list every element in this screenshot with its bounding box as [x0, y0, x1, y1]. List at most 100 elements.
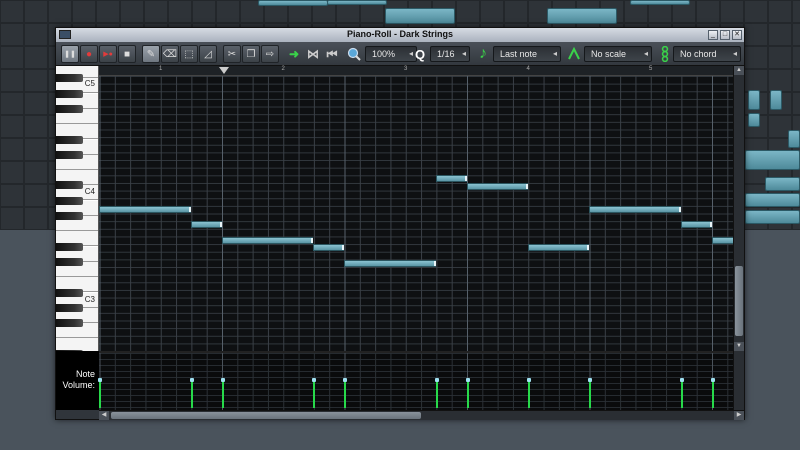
note[interactable]: [221, 236, 314, 244]
timeline-ruler[interactable]: 1 2 3 4 5: [99, 66, 733, 76]
piano-black-key[interactable]: [56, 319, 83, 328]
note[interactable]: [680, 221, 712, 229]
song-editor-cell: [1, 1, 23, 22]
stop-button[interactable]: ■: [118, 45, 136, 63]
ruler-bar-number: 3: [404, 66, 408, 72]
select-mode-button[interactable]: ⬚: [180, 45, 198, 63]
scroll-right-icon[interactable]: ▶: [734, 411, 744, 420]
scale-select[interactable]: No scale ◂: [584, 46, 652, 62]
note-volume-bar[interactable]: [465, 378, 470, 408]
song-editor-cell: [769, 70, 791, 91]
key-label: C5: [84, 79, 95, 89]
arrow-right-icon: ➜: [288, 47, 300, 61]
piano-black-key[interactable]: [56, 288, 83, 297]
minimize-icon[interactable]: _: [708, 30, 718, 40]
note[interactable]: [313, 244, 344, 252]
scroll-down-icon[interactable]: ▼: [734, 342, 744, 351]
detune-mode-button[interactable]: ◿: [199, 45, 217, 63]
song-editor-cell: [97, 1, 119, 22]
note[interactable]: [527, 244, 590, 252]
note[interactable]: [190, 221, 222, 229]
note[interactable]: [344, 259, 436, 267]
song-editor-pattern-clip: [258, 0, 328, 6]
piano-black-key[interactable]: [56, 242, 83, 251]
note-length-select[interactable]: Last note ◂: [493, 46, 561, 62]
close-icon[interactable]: ✕: [732, 30, 742, 40]
song-editor-cell: [25, 139, 47, 160]
goto-start-button[interactable]: ⏮: [323, 45, 341, 63]
note-volume-bar[interactable]: [189, 378, 194, 408]
quantize-select[interactable]: 1/16 ◂: [430, 46, 470, 62]
piano-black-key[interactable]: [56, 104, 83, 113]
piano-black-key[interactable]: [56, 257, 83, 266]
chord-icon: [656, 45, 674, 63]
draw-mode-button[interactable]: ✎: [142, 45, 160, 63]
song-editor-cell: [25, 116, 47, 137]
note[interactable]: [589, 206, 681, 214]
piano-black-key[interactable]: [56, 150, 83, 159]
horizontal-scroll-thumb[interactable]: [111, 412, 421, 419]
chord-select[interactable]: No chord ◂: [673, 46, 741, 62]
automation-icon: ◿: [204, 48, 212, 60]
piano-black-key[interactable]: [56, 74, 83, 83]
note-volume-bar[interactable]: [710, 378, 715, 408]
record-while-playing-button[interactable]: ▶●: [99, 45, 117, 63]
copy-button[interactable]: ❐: [242, 45, 260, 63]
song-editor-cell: [505, 1, 527, 22]
note-volume-bar[interactable]: [434, 378, 439, 408]
goto-next-button[interactable]: ➜: [285, 45, 303, 63]
song-editor-cell: [25, 93, 47, 114]
piano-keyboard[interactable]: C5 C4 C3: [56, 66, 99, 351]
song-editor-cell: [25, 162, 47, 183]
note[interactable]: [466, 183, 529, 191]
note-volume-bar[interactable]: [526, 378, 531, 408]
piano-black-key[interactable]: [56, 135, 83, 144]
pause-button[interactable]: ❚❚: [61, 45, 79, 63]
piano-black-key[interactable]: [56, 89, 83, 98]
song-editor-cell: [1, 185, 23, 206]
note-volume-bar[interactable]: [220, 378, 225, 408]
piano-black-key[interactable]: [56, 212, 83, 220]
note[interactable]: [435, 175, 467, 183]
window-title: Piano-Roll - Dark Strings: [346, 29, 453, 39]
note-volume-editor[interactable]: [98, 351, 733, 410]
note-volume-bar[interactable]: [679, 378, 684, 408]
piano-black-key[interactable]: [56, 196, 83, 205]
note-grid[interactable]: [99, 76, 733, 351]
note[interactable]: [99, 206, 191, 214]
song-editor-cell: [73, 1, 95, 22]
zoom-select[interactable]: 100% ◂: [365, 46, 417, 62]
title-bar[interactable]: Piano-Roll - Dark Strings _ □ ✕: [56, 28, 744, 42]
piano-black-key[interactable]: [56, 181, 83, 190]
record-icon: ●: [85, 48, 93, 60]
paste-button[interactable]: ⇨: [261, 45, 279, 63]
vertical-scroll-thumb[interactable]: [735, 266, 743, 336]
ruler-bar-number: 4: [526, 66, 530, 72]
note-volume-bar[interactable]: [343, 378, 347, 408]
volume-scrollbar[interactable]: [733, 351, 744, 410]
song-editor-pattern-clip: [748, 113, 760, 127]
song-editor-pattern-clip: [547, 8, 617, 24]
note[interactable]: [711, 236, 733, 244]
scale-icon: [565, 45, 583, 63]
erase-mode-button[interactable]: ⌫: [161, 45, 179, 63]
song-editor-cell: [1, 70, 23, 91]
note-volume-bar[interactable]: [588, 378, 592, 408]
cut-button[interactable]: ✂: [223, 45, 241, 63]
scroll-left-icon[interactable]: ◀: [99, 411, 109, 420]
song-editor-cell: [169, 1, 191, 22]
record-play-icon: ▶●: [103, 51, 113, 58]
playhead-marker[interactable]: [219, 67, 229, 74]
song-editor-cell: [745, 70, 767, 91]
note-volume-bar[interactable]: [98, 378, 102, 408]
rewind-icon: ⏮: [326, 46, 338, 61]
piano-black-key[interactable]: [56, 303, 83, 312]
horizontal-scrollbar[interactable]: ◀ ▶: [99, 410, 744, 420]
song-editor-cell: [49, 1, 71, 22]
note-volume-bar[interactable]: [312, 378, 317, 408]
vertical-scrollbar[interactable]: ▲ ▼: [733, 66, 744, 351]
record-button[interactable]: ●: [80, 45, 98, 63]
scroll-up-icon[interactable]: ▲: [734, 66, 744, 75]
maximize-icon[interactable]: □: [720, 30, 730, 40]
loop-button[interactable]: ⋈: [304, 45, 322, 63]
